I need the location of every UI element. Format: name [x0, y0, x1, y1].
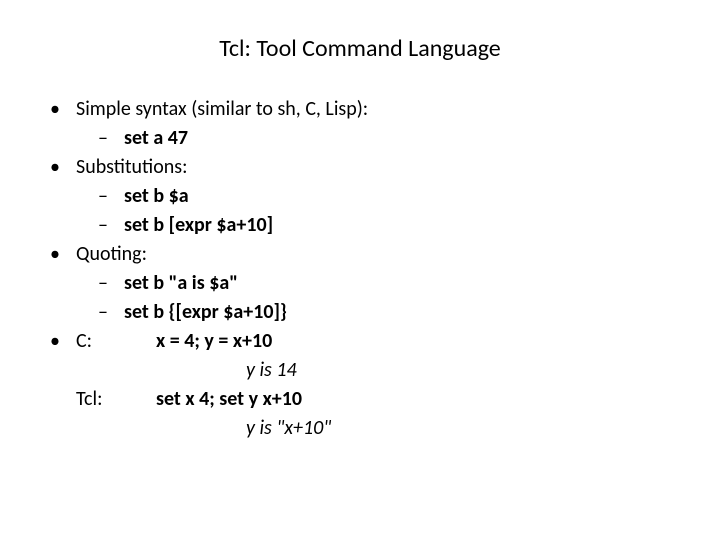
bullet-quoting: Quoting:: [36, 240, 684, 269]
slide: Tcl: Tool Command Language Simple syntax…: [0, 0, 720, 540]
bullet-substitutions-ex2: set b [expr $a+10]: [36, 211, 684, 240]
comparison-tcl-label: Tcl:: [76, 385, 156, 414]
comparison-tcl-result: y is "x+10": [36, 414, 684, 443]
slide-body: Simple syntax (similar to sh, C, Lisp): …: [36, 95, 684, 443]
comparison-c-label: C:: [76, 327, 156, 356]
bullet-syntax-ex1: set a 47: [36, 124, 684, 153]
bullet-syntax: Simple syntax (similar to sh, C, Lisp):: [36, 95, 684, 124]
bullet-marker: •: [36, 327, 76, 356]
bullet-quoting-ex2: set b {[expr $a+10]}: [36, 298, 684, 327]
comparison-c-row: • C: x = 4; y = x+10: [36, 327, 684, 356]
comparison-c-result: y is 14: [36, 356, 684, 385]
comparison-c-code: x = 4; y = x+10: [156, 327, 272, 356]
comparison-tcl-row: Tcl: set x 4; set y x+10: [36, 385, 684, 414]
bullet-quoting-ex1: set b "a is $a": [36, 269, 684, 298]
slide-title: Tcl: Tool Command Language: [36, 34, 684, 63]
comparison-tcl-code: set x 4; set y x+10: [156, 385, 302, 414]
bullet-substitutions: Substitutions:: [36, 153, 684, 182]
bullet-substitutions-ex1: set b $a: [36, 182, 684, 211]
